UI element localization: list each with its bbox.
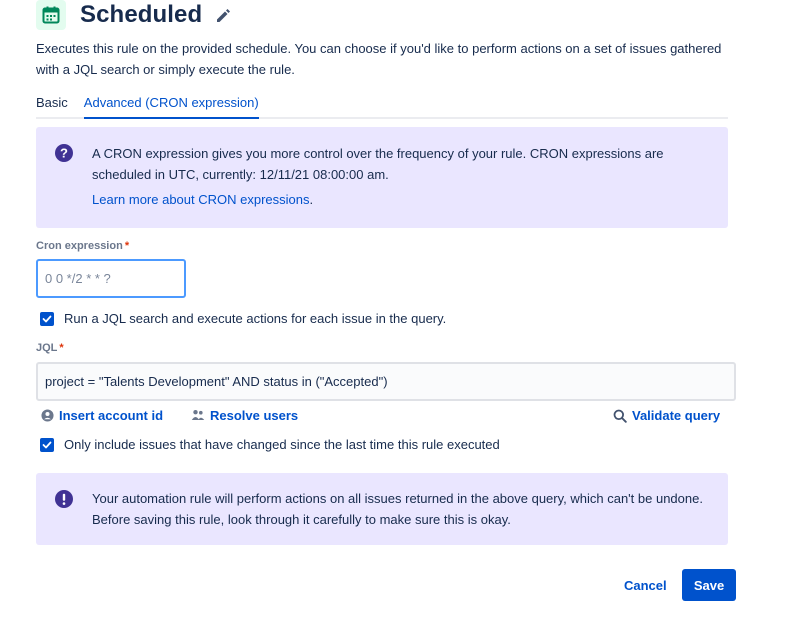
trigger-description: Executes this rule on the provided sched… (36, 41, 722, 77)
cancel-button[interactable]: Cancel (614, 569, 677, 601)
required-mark: * (124, 240, 130, 252)
changed-since-checkbox-row[interactable]: Only include issues that have changed si… (40, 437, 500, 452)
people-icon (191, 409, 205, 422)
warning-text: Your automation rule will perform action… (92, 491, 703, 527)
learn-more-cron-link[interactable]: Learn more about CRON expressions. (92, 192, 313, 207)
cron-expression-label: Cron expression * (36, 240, 129, 252)
insert-account-id-label[interactable]: Insert account id (59, 408, 163, 423)
changed-since-checkbox-label: Only include issues that have changed si… (64, 437, 500, 452)
cron-info-text: A CRON expression gives you more control… (92, 146, 664, 182)
resolve-users-button[interactable]: Resolve users (191, 408, 298, 423)
schedule-tabs: Basic Advanced (CRON expression) (36, 92, 728, 119)
learn-more-link-suffix: . (309, 192, 314, 207)
required-mark: * (59, 342, 64, 354)
changed-since-checkbox[interactable] (40, 437, 54, 452)
jql-input[interactable] (36, 362, 736, 401)
warning-panel: Your automation rule will perform action… (36, 473, 728, 545)
tab-basic[interactable]: Basic (36, 92, 68, 119)
search-icon (613, 409, 627, 423)
tab-advanced-cron[interactable]: Advanced (CRON expression) (83, 92, 259, 119)
question-icon: ? (54, 143, 74, 163)
run-jql-checkbox-label: Run a JQL search and execute actions for… (64, 311, 447, 326)
exclamation-icon (54, 489, 74, 509)
cron-expression-label-text: Cron expression (36, 240, 123, 252)
scheduled-trigger-config: Scheduled Executes this rule on the prov… (0, 0, 795, 638)
run-jql-checkbox-row[interactable]: Run a JQL search and execute actions for… (40, 311, 446, 326)
save-button[interactable]: Save (682, 569, 736, 601)
jql-label: JQL * (36, 342, 64, 354)
insert-account-id-button[interactable]: Insert account id (41, 408, 163, 423)
learn-more-cron-link-label[interactable]: Learn more about CRON expressions (92, 192, 310, 207)
validate-query-button[interactable]: Validate query (613, 408, 720, 423)
validate-query-label[interactable]: Validate query (632, 408, 720, 423)
pencil-icon[interactable] (214, 6, 232, 24)
person-circle-icon (41, 409, 54, 422)
checkmark-icon (42, 441, 52, 448)
cron-expression-input[interactable] (36, 259, 186, 298)
run-jql-checkbox[interactable] (40, 311, 54, 326)
page-title: Scheduled (80, 1, 203, 28)
checkmark-icon (42, 315, 52, 322)
header: Scheduled (36, 0, 232, 30)
calendar-icon (36, 0, 66, 30)
cron-info-panel: ? A CRON expression gives you more contr… (36, 127, 728, 228)
svg-text:?: ? (60, 146, 68, 161)
resolve-users-label[interactable]: Resolve users (210, 408, 298, 423)
jql-label-text: JQL (36, 342, 58, 354)
